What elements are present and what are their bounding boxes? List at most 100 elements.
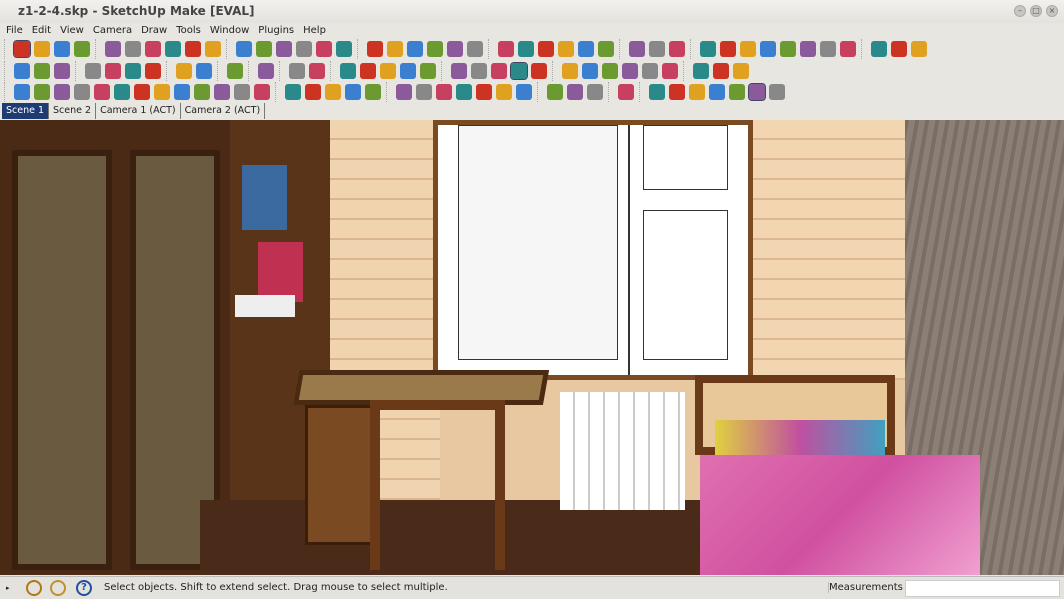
render-active-icon[interactable] bbox=[748, 83, 766, 101]
menu-help[interactable]: Help bbox=[303, 23, 326, 38]
scene-tab[interactable]: Scene 1 bbox=[2, 103, 50, 119]
menu-file[interactable]: File bbox=[6, 23, 23, 38]
position-camera-icon[interactable] bbox=[629, 41, 645, 57]
scene-tab[interactable]: Camera 1 (ACT) bbox=[96, 103, 181, 119]
scene-tab[interactable]: Camera 2 (ACT) bbox=[181, 103, 266, 119]
render-icon-4[interactable] bbox=[709, 84, 725, 100]
arc-3pt-icon[interactable] bbox=[94, 84, 110, 100]
front-view-icon[interactable] bbox=[360, 63, 376, 79]
menu-draw[interactable]: Draw bbox=[141, 23, 167, 38]
tape-measure-icon[interactable] bbox=[367, 41, 383, 57]
iso-view-icon[interactable] bbox=[289, 63, 305, 79]
sphere-shaded-icon[interactable] bbox=[436, 84, 452, 100]
disk-icon[interactable] bbox=[456, 84, 472, 100]
copy-icon[interactable] bbox=[105, 63, 121, 79]
fillet-icon[interactable] bbox=[174, 84, 190, 100]
joint-push-pull-icon[interactable] bbox=[547, 84, 563, 100]
previous-view-icon[interactable] bbox=[598, 41, 614, 57]
rotate-icon[interactable] bbox=[276, 41, 292, 57]
maximize-button[interactable]: □ bbox=[1030, 5, 1042, 17]
top-view-icon[interactable] bbox=[340, 63, 356, 79]
render-icon-1[interactable] bbox=[649, 84, 665, 100]
pan-icon[interactable] bbox=[518, 41, 534, 57]
push-pull-icon[interactable] bbox=[256, 41, 272, 57]
back-view-icon[interactable] bbox=[400, 63, 416, 79]
axes-icon[interactable] bbox=[447, 41, 463, 57]
help-icon[interactable]: ? bbox=[76, 580, 92, 596]
parabola-icon[interactable] bbox=[365, 84, 381, 100]
dimension-icon[interactable] bbox=[387, 41, 403, 57]
paint-bucket-icon[interactable] bbox=[54, 41, 70, 57]
scale-icon[interactable] bbox=[316, 41, 332, 57]
menu-edit[interactable]: Edit bbox=[32, 23, 51, 38]
zoom-window-icon[interactable] bbox=[558, 41, 574, 57]
tool-wrench-icon[interactable] bbox=[325, 84, 341, 100]
shadow-icon[interactable] bbox=[396, 84, 412, 100]
minimize-button[interactable]: – bbox=[1014, 5, 1026, 17]
add-detail-icon[interactable] bbox=[840, 41, 856, 57]
close-button[interactable]: × bbox=[1046, 5, 1058, 17]
freehand-icon[interactable] bbox=[205, 41, 221, 57]
share-component-icon[interactable] bbox=[911, 41, 927, 57]
normal-push-pull-icon[interactable] bbox=[587, 84, 603, 100]
open-icon[interactable] bbox=[34, 63, 50, 79]
layer-icon-6[interactable] bbox=[662, 63, 678, 79]
monochrome-icon[interactable] bbox=[531, 63, 547, 79]
outer-shell-icon[interactable] bbox=[733, 63, 749, 79]
cut-icon[interactable] bbox=[85, 63, 101, 79]
undo-icon[interactable] bbox=[176, 63, 192, 79]
catenary-icon[interactable] bbox=[74, 84, 90, 100]
redo-icon[interactable] bbox=[196, 63, 212, 79]
paint-tool-icon[interactable] bbox=[729, 84, 745, 100]
polygon-icon[interactable] bbox=[185, 41, 201, 57]
zoom-extents-icon[interactable] bbox=[578, 41, 594, 57]
get-models-icon[interactable] bbox=[871, 41, 887, 57]
film-strip-icon[interactable] bbox=[769, 84, 785, 100]
new-icon[interactable] bbox=[14, 63, 30, 79]
ellipse-icon[interactable] bbox=[345, 84, 361, 100]
stamp-icon[interactable] bbox=[800, 41, 816, 57]
cone-icon[interactable] bbox=[476, 84, 492, 100]
xray-icon[interactable] bbox=[309, 63, 325, 79]
display-section-planes-icon[interactable] bbox=[720, 41, 736, 57]
render-icon-2[interactable] bbox=[669, 84, 685, 100]
share-model-icon[interactable] bbox=[891, 41, 907, 57]
solid-tools-icon[interactable] bbox=[713, 63, 729, 79]
eraser-icon[interactable] bbox=[74, 41, 90, 57]
arc-2pt-icon[interactable] bbox=[114, 84, 130, 100]
save-icon[interactable] bbox=[54, 63, 70, 79]
shaded-icon[interactable] bbox=[491, 63, 507, 79]
layer-icon-3[interactable] bbox=[602, 63, 618, 79]
model-info-icon[interactable] bbox=[258, 63, 274, 79]
viewport-3d[interactable] bbox=[0, 120, 1064, 575]
rectangle-icon[interactable] bbox=[105, 41, 121, 57]
text-icon[interactable] bbox=[427, 41, 443, 57]
left-view-icon[interactable] bbox=[420, 63, 436, 79]
smoove-icon[interactable] bbox=[780, 41, 796, 57]
rect-curve-icon[interactable] bbox=[214, 84, 230, 100]
print-icon[interactable] bbox=[227, 63, 243, 79]
render-icon-3[interactable] bbox=[689, 84, 705, 100]
menu-camera[interactable]: Camera bbox=[93, 23, 132, 38]
select-icon[interactable] bbox=[13, 40, 31, 58]
protractor-icon[interactable] bbox=[407, 41, 423, 57]
layer-icon-5[interactable] bbox=[642, 63, 658, 79]
right-view-icon[interactable] bbox=[380, 63, 396, 79]
wireframe-icon[interactable] bbox=[451, 63, 467, 79]
move-icon[interactable] bbox=[236, 41, 252, 57]
polyline-icon[interactable] bbox=[34, 84, 50, 100]
menu-window[interactable]: Window bbox=[210, 23, 249, 38]
circle-icon[interactable] bbox=[145, 41, 161, 57]
nurbs-icon[interactable] bbox=[234, 84, 250, 100]
component-icon[interactable] bbox=[34, 41, 50, 57]
erase-icon[interactable] bbox=[145, 63, 161, 79]
polygon-curve-icon[interactable] bbox=[305, 84, 321, 100]
walk-icon[interactable] bbox=[649, 41, 665, 57]
display-section-cuts-icon[interactable] bbox=[740, 41, 756, 57]
torus-icon[interactable] bbox=[516, 84, 532, 100]
bezier-icon[interactable] bbox=[14, 84, 30, 100]
spline-icon[interactable] bbox=[134, 84, 150, 100]
spiral-icon[interactable] bbox=[54, 84, 70, 100]
photo-texture-icon[interactable] bbox=[693, 63, 709, 79]
script-icon[interactable] bbox=[618, 84, 634, 100]
